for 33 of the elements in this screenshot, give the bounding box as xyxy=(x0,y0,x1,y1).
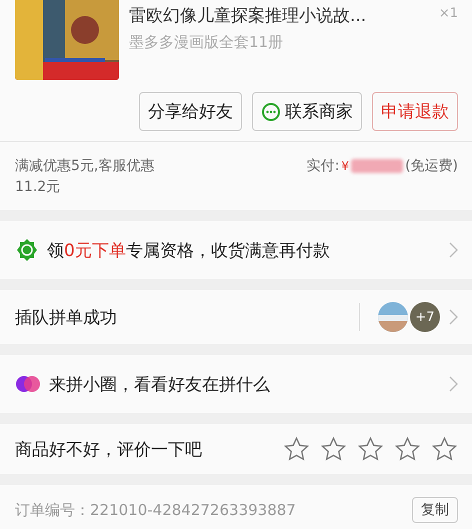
star-icon[interactable] xyxy=(394,436,421,462)
list-row[interactable]: 来拼小圈，看看好友在拼什么 xyxy=(0,355,472,413)
currency-sign: ¥ xyxy=(341,159,350,173)
list-row[interactable]: 领0元下单专属资格，收货满意再付款 xyxy=(0,221,472,279)
chevron-right-icon xyxy=(448,309,458,325)
shipping-note: (免运费) xyxy=(405,157,458,175)
share-button[interactable]: 分享给好友 xyxy=(139,92,242,131)
copy-button[interactable]: 复制 xyxy=(412,497,458,523)
chevron-right-icon xyxy=(448,242,458,258)
row-text: 插队拼单成功 xyxy=(15,306,118,328)
avatar xyxy=(378,302,408,332)
list-row[interactable]: 商品好不好，评价一下吧 xyxy=(0,424,472,474)
product-title[interactable]: 雷欧幻像儿童探案推理小说故... xyxy=(129,4,429,27)
list-row[interactable]: 插队拼单成功 +7 xyxy=(0,290,472,344)
chevron-right-icon xyxy=(448,376,458,392)
paid-label: 实付: xyxy=(306,157,340,175)
refund-button[interactable]: 申请退款 xyxy=(372,92,458,131)
star-icon[interactable] xyxy=(320,436,347,462)
star-icon[interactable] xyxy=(357,436,384,462)
quantity: ×1 xyxy=(438,5,458,23)
circles-icon xyxy=(15,375,41,393)
order-number: 订单编号：221010-428427263393887 xyxy=(15,500,296,520)
star-icon[interactable] xyxy=(431,436,458,462)
contact-button[interactable]: 联系商家 xyxy=(252,92,362,131)
row-text: 来拼小圈，看看好友在拼什么 xyxy=(49,374,271,396)
discount-text: 满减优惠5元,客服优惠11.2元 xyxy=(15,157,156,197)
member-count-badge: +7 xyxy=(410,302,440,332)
badge-icon xyxy=(15,238,39,262)
row-text: 领0元下单专属资格，收货满意再付款 xyxy=(47,240,331,262)
star-icon[interactable] xyxy=(283,436,310,462)
product-subtitle: 墨多多漫画版全套11册 xyxy=(129,33,284,52)
row-text: 商品好不好，评价一下吧 xyxy=(15,438,203,460)
chat-bubble-icon xyxy=(261,102,281,122)
